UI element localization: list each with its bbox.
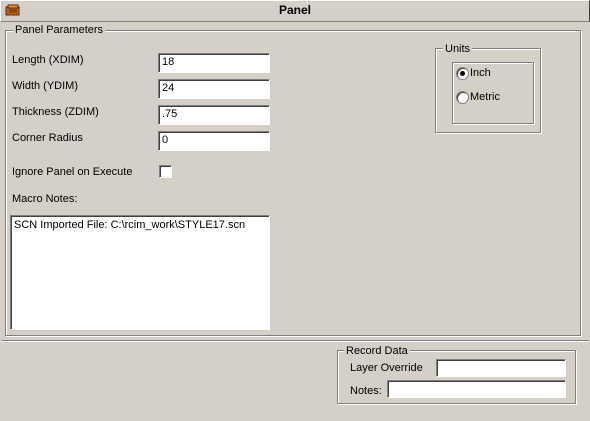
- metric-label: Metric: [470, 91, 500, 103]
- ignore-panel-label: Ignore Panel on Execute: [12, 166, 133, 178]
- corner-radius-input[interactable]: 0: [158, 131, 270, 151]
- corner-radius-label: Corner Radius: [12, 132, 83, 144]
- record-notes-label: Notes:: [350, 385, 382, 397]
- layer-override-input[interactable]: [436, 359, 566, 377]
- units-legend: Units: [443, 43, 473, 55]
- ignore-panel-checkbox[interactable]: [159, 165, 172, 178]
- layer-override-label: Layer Override: [350, 362, 423, 374]
- width-input[interactable]: 24: [158, 79, 270, 99]
- inch-label: Inch: [470, 67, 491, 79]
- divider: [2, 340, 588, 342]
- length-input[interactable]: 18: [158, 53, 270, 73]
- length-label: Length (XDIM): [12, 54, 84, 66]
- inch-radio[interactable]: [456, 67, 469, 80]
- panel-parameters-legend: Panel Parameters: [13, 24, 106, 36]
- thickness-label: Thickness (ZDIM): [12, 106, 99, 118]
- window-title: Panel: [278, 3, 311, 17]
- macro-notes-label: Macro Notes:: [12, 193, 78, 205]
- record-notes-input[interactable]: [387, 380, 566, 398]
- width-label: Width (YDIM): [12, 80, 78, 92]
- macro-notes-textarea[interactable]: SCN Imported File: C:\rcim_work\STYLE17.…: [10, 215, 270, 330]
- metric-radio[interactable]: [456, 91, 469, 104]
- record-data-legend: Record Data: [344, 345, 410, 357]
- thickness-input[interactable]: .75: [158, 105, 270, 125]
- inch-radio-dot: [460, 71, 465, 76]
